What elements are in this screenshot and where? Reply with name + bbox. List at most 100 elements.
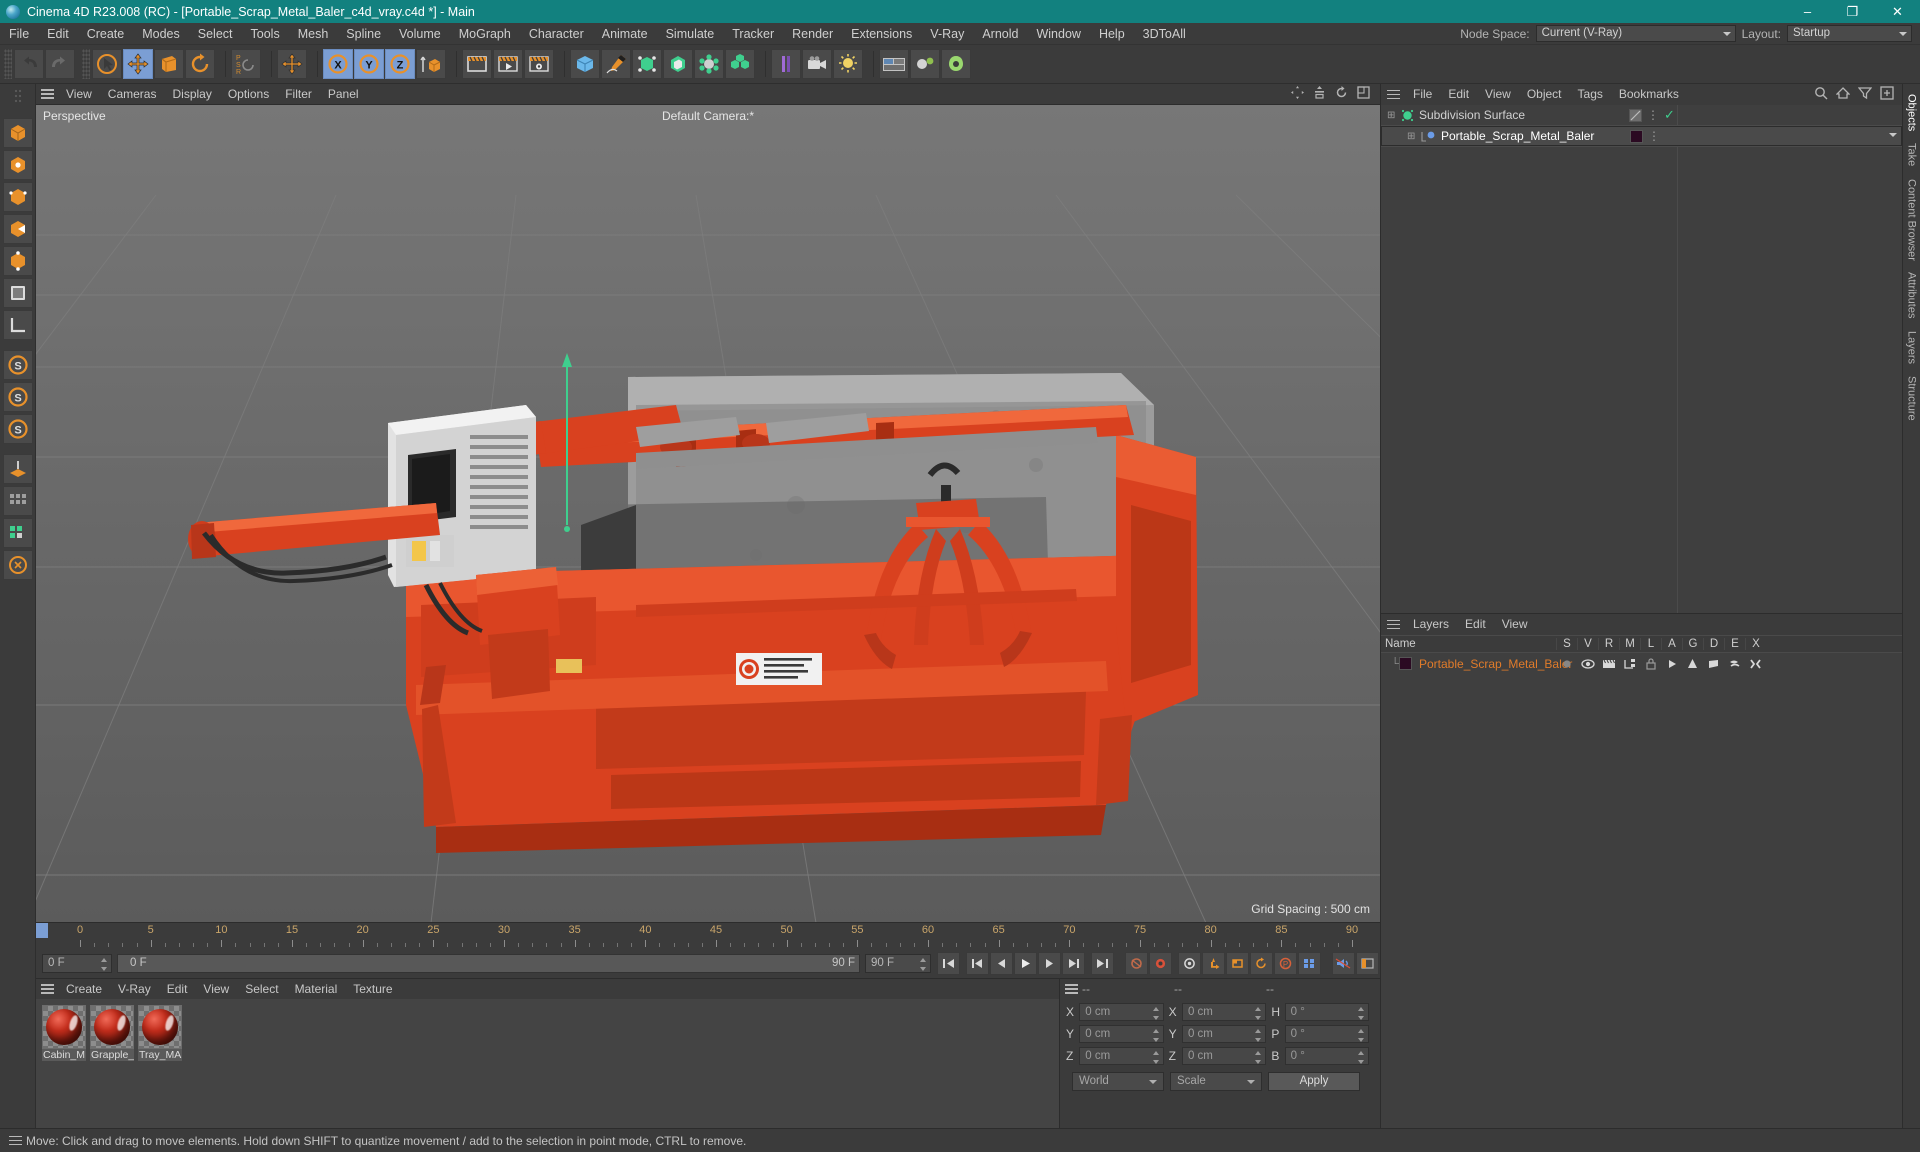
position-field-x[interactable]: 0 cm [1079,1003,1164,1021]
layer-column-G[interactable]: G [1682,638,1703,650]
viewport-menu-item-cameras[interactable]: Cameras [100,84,165,105]
camera-button[interactable] [802,49,832,79]
size-field-x[interactable]: 0 cm [1181,1003,1267,1021]
mograph-group-button[interactable] [725,49,755,79]
scale-tool-button[interactable] [154,49,184,79]
object-menu-item-edit[interactable]: Edit [1440,84,1477,105]
snap-s3-button[interactable]: S [2,414,33,444]
material-item[interactable]: Cabin_M [42,1005,86,1061]
current-frame-field[interactable]: 0 F [42,953,112,973]
material-item[interactable]: Grapple_ [90,1005,134,1061]
vertical-tab-content-browser[interactable]: Content Browser [1905,173,1919,267]
layer-deformer-icon[interactable] [1703,658,1724,670]
material-menu-item-select[interactable]: Select [237,979,286,999]
material-thumbnail[interactable] [138,1005,182,1049]
layer-color-swatch[interactable] [1399,657,1412,670]
undo-button[interactable] [14,49,44,79]
rotation-field-b[interactable]: 0 ° [1284,1047,1370,1065]
menu-item-v-ray[interactable]: V-Ray [921,23,973,45]
key-position-button[interactable] [1202,951,1225,975]
max-frame-field[interactable]: 90 F [865,953,931,973]
viewport-rotate-icon[interactable] [1335,86,1348,102]
layer-xref-icon[interactable] [1745,658,1766,670]
left-toolbar-grip[interactable] [3,86,33,116]
layer-row[interactable]: └ Portable_Scrap_Metal_Baler [1381,653,1902,674]
material-item[interactable]: Tray_MA [138,1005,182,1061]
enabled-check-icon[interactable]: ✓ [1664,107,1675,123]
object-row[interactable]: ⊞ Portable_Scrap_Metal_Baler ⋮ [1381,126,1902,146]
layer-generator-icon[interactable] [1682,658,1703,670]
workplane-button[interactable] [2,454,33,484]
record-active-objects-button[interactable] [1125,951,1148,975]
previous-keyframe-button[interactable] [966,951,989,975]
timeline-playhead[interactable] [36,923,48,938]
coord-space-select[interactable]: World [1072,1072,1164,1091]
menu-item-simulate[interactable]: Simulate [657,23,724,45]
object-manager-burger-icon[interactable] [1381,89,1405,100]
sculpt-button[interactable] [910,49,940,79]
object-axis-toggle-button[interactable] [416,49,446,79]
menu-item-animate[interactable]: Animate [593,23,657,45]
vertical-tab-attributes[interactable]: Attributes [1905,266,1919,324]
menu-item-create[interactable]: Create [78,23,134,45]
menu-item-render[interactable]: Render [783,23,842,45]
viewport-solo-button[interactable] [2,550,33,580]
size-field-y[interactable]: 0 cm [1181,1025,1267,1043]
lock-z-axis-button[interactable]: Z [385,49,415,79]
timeline-options-button[interactable] [1356,951,1379,975]
layer-column-R[interactable]: R [1598,638,1619,650]
material-menu-item-view[interactable]: View [195,979,237,999]
light-button[interactable] [833,49,863,79]
layer-column-M[interactable]: M [1619,638,1640,650]
material-thumbnail[interactable] [42,1005,86,1049]
object-menu-item-tags[interactable]: Tags [1570,84,1611,105]
cube-primitive-button[interactable] [570,49,600,79]
layer-column-S[interactable]: S [1556,638,1577,650]
menu-item-tracker[interactable]: Tracker [723,23,783,45]
key-pla-button[interactable] [1298,951,1321,975]
snap-s1-button[interactable]: S [2,350,33,380]
viewport-menu-item-panel[interactable]: Panel [320,84,367,105]
apply-button[interactable]: Apply [1268,1072,1360,1091]
material-thumbnail[interactable] [90,1005,134,1049]
layer-animation-icon[interactable] [1661,658,1682,670]
viewport-menu-item-display[interactable]: Display [164,84,219,105]
object-tree[interactable]: ⊞ Subdivision Surface ⋮ ✓ ⊞ Portable_Scrap_Me… [1381,105,1902,613]
close-button[interactable]: ✕ [1875,0,1920,23]
layer-menu-item-edit[interactable]: Edit [1457,614,1494,635]
viewport-menu-item-filter[interactable]: Filter [277,84,320,105]
selection-filter-button[interactable] [2,518,33,548]
layer-expression-icon[interactable] [1724,658,1745,670]
expand-toggle-icon[interactable]: ⊞ [1407,129,1419,144]
vertical-tab-structure[interactable]: Structure [1905,370,1919,427]
vertical-tab-take[interactable]: Take [1905,137,1919,172]
pen-spline-button[interactable] [601,49,631,79]
layer-column-L[interactable]: L [1640,638,1661,650]
layer-solo-icon[interactable] [1556,658,1577,670]
move-tool-button[interactable] [123,49,153,79]
rotation-field-p[interactable]: 0 ° [1284,1025,1370,1043]
redo-button[interactable] [45,49,75,79]
axis-mode-button[interactable] [2,310,33,340]
material-menu-item-edit[interactable]: Edit [159,979,196,999]
object-row[interactable]: ⊞ Subdivision Surface ⋮ ✓ [1381,105,1902,125]
go-to-start-button[interactable] [937,951,960,975]
status-burger-icon[interactable] [4,1135,26,1146]
menu-item-select[interactable]: Select [189,23,242,45]
layer-column-D[interactable]: D [1703,638,1724,650]
step-back-button[interactable] [990,951,1013,975]
menu-item-extensions[interactable]: Extensions [842,23,921,45]
position-field-y[interactable]: 0 cm [1079,1025,1164,1043]
object-mode-button[interactable] [2,182,33,212]
go-to-end-button[interactable] [1091,951,1114,975]
model-mode-button[interactable] [2,150,33,180]
layer-column-E[interactable]: E [1724,638,1745,650]
layout-select[interactable]: Startup [1787,25,1912,42]
play-button[interactable] [1014,951,1037,975]
layer-render-icon[interactable] [1598,658,1619,670]
world-object-axis-button[interactable] [277,49,307,79]
object-menu-item-object[interactable]: Object [1519,84,1570,105]
menu-item-file[interactable]: File [0,23,38,45]
polygon-mode-button[interactable] [2,214,33,244]
quantize-button[interactable] [2,486,33,516]
